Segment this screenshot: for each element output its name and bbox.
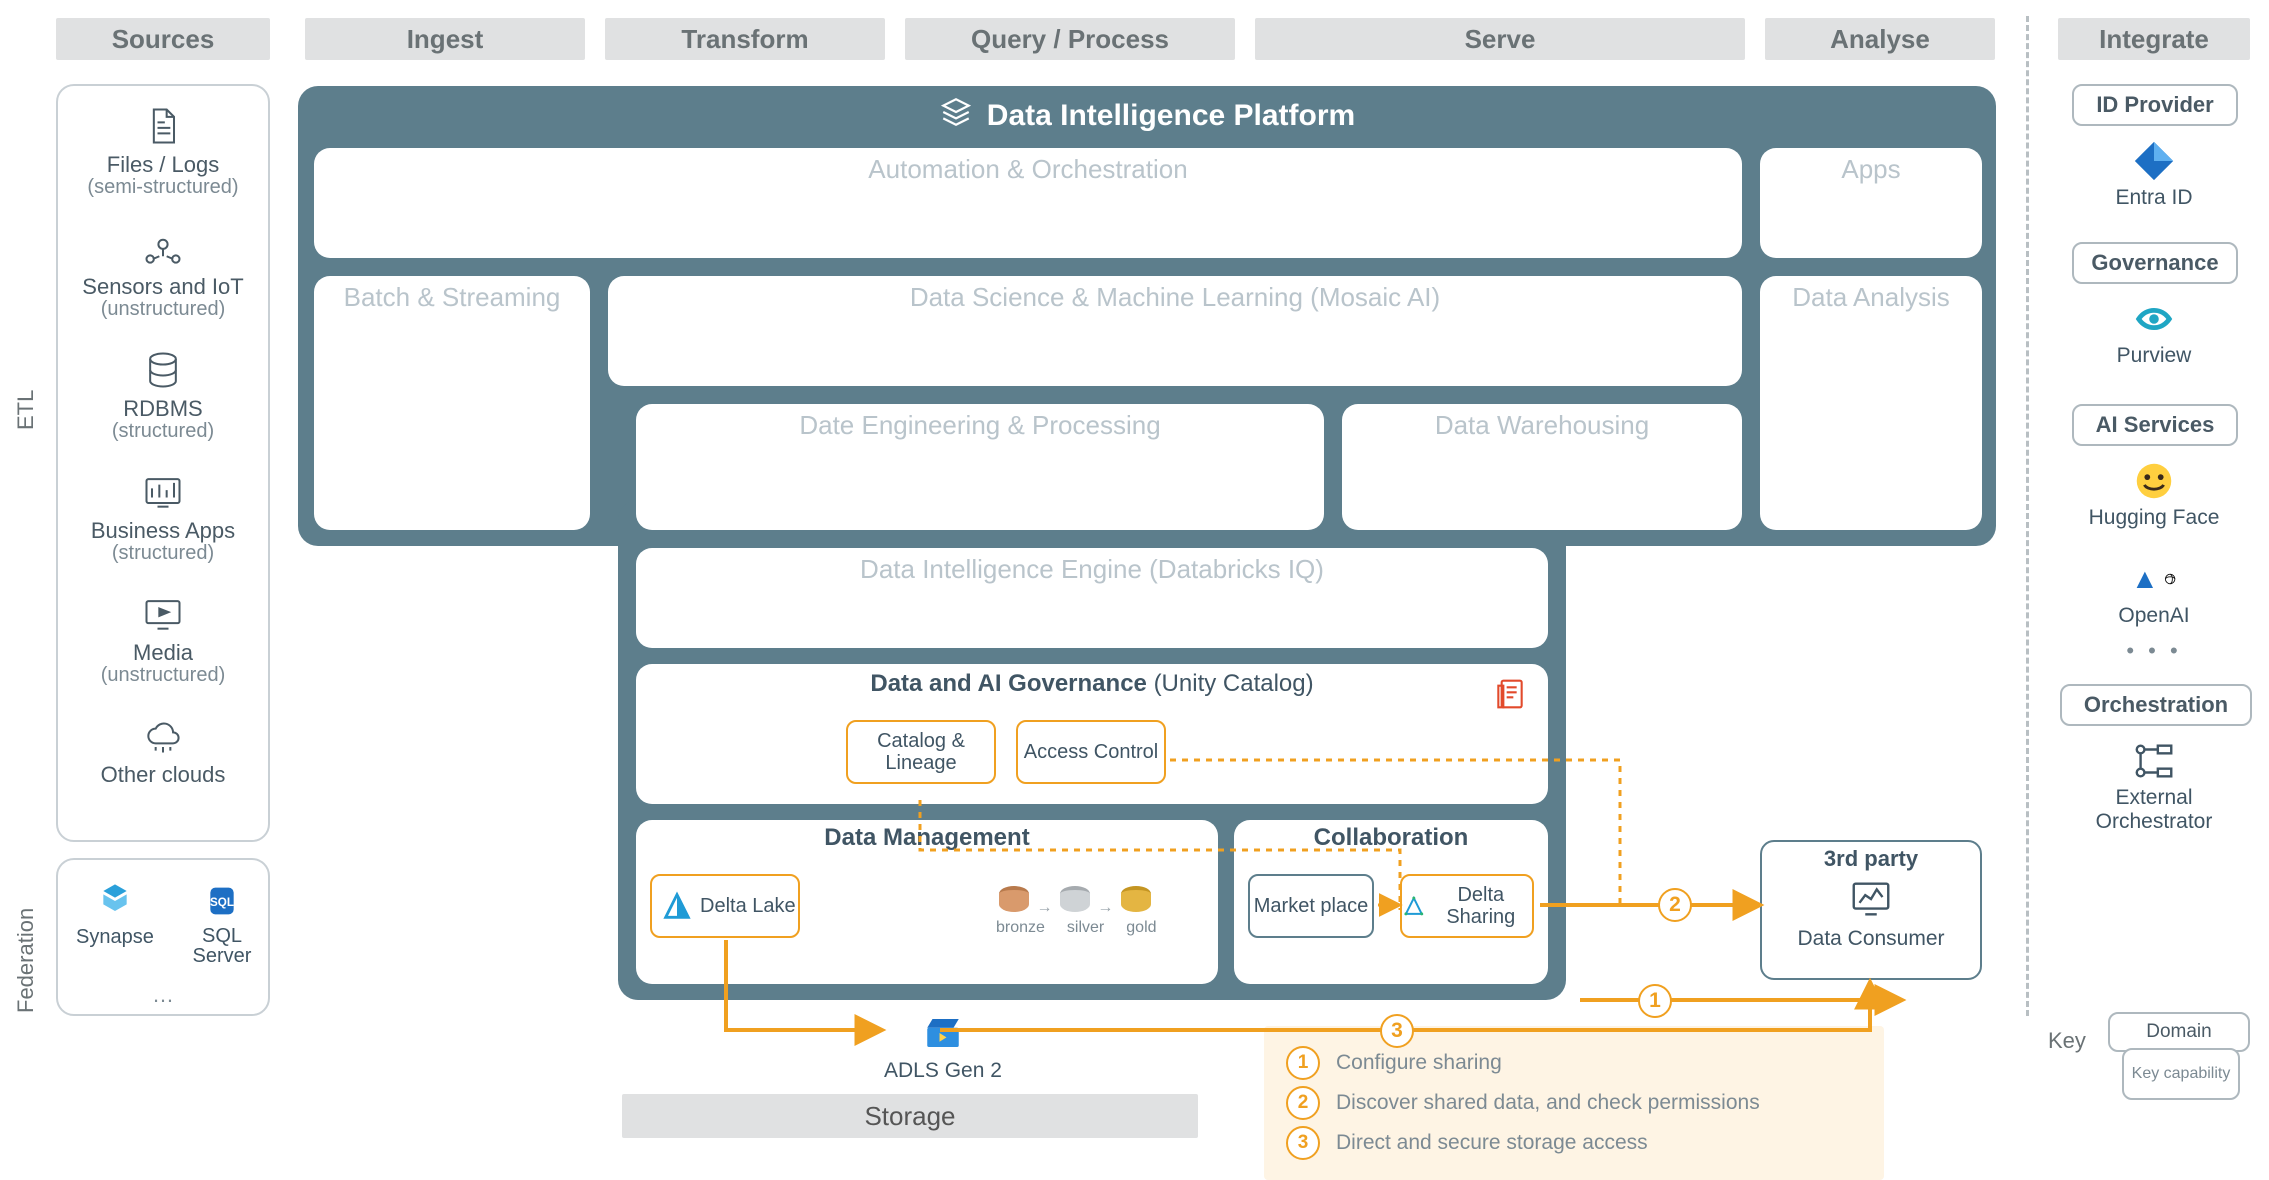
gold-cyl-icon — [1121, 886, 1151, 912]
silver-cyl-icon — [1060, 886, 1090, 912]
source-bizapps: Business Apps (structured) — [58, 470, 268, 565]
box-delta-lake: Delta Lake — [650, 874, 800, 938]
openai-icon: ▲ — [2131, 556, 2177, 602]
int-entra: Entra ID — [2058, 138, 2250, 210]
entra-icon — [2131, 138, 2177, 184]
federation-more: … — [58, 982, 268, 1008]
int-ext-orch: External Orchestrator — [2058, 738, 2250, 834]
box-delta-sharing: Delta Sharing — [1400, 874, 1534, 938]
adls-icon — [884, 1012, 1002, 1059]
box-access-control: Access Control — [1016, 720, 1166, 784]
int-purview: Purview — [2058, 296, 2250, 368]
pill-id-provider: ID Provider — [2072, 84, 2238, 126]
header-transform: Transform — [605, 18, 885, 60]
card-collaboration: Collaboration Market place Delta Sharing — [1234, 820, 1548, 984]
card-batch-streaming: Batch & Streaming — [314, 276, 590, 530]
step-1-badge: 1 — [1286, 1046, 1320, 1080]
header-sources: Sources — [56, 18, 270, 60]
card-dsml: Data Science & Machine Learning (Mosaic … — [608, 276, 1742, 386]
step-1-text: Configure sharing — [1336, 1051, 1502, 1075]
media-icon — [141, 592, 185, 636]
source-clouds: Other clouds — [58, 714, 268, 788]
step-3-badge: 3 — [1286, 1126, 1320, 1160]
integrate-divider — [2026, 16, 2029, 1016]
header-query: Query / Process — [905, 18, 1235, 60]
line-badge-3: 3 — [1380, 1014, 1414, 1048]
storage-label: Storage — [622, 1094, 1198, 1138]
platform-title: Data Intelligence Platform — [298, 96, 1996, 136]
huggingface-icon — [2131, 458, 2177, 504]
card-apps: Apps — [1760, 148, 1982, 258]
card-engine: Data Intelligence Engine (Databricks IQ) — [636, 548, 1548, 648]
federation-panel: Synapse SQL SQL Server … — [56, 858, 270, 1016]
line-badge-2: 2 — [1658, 888, 1692, 922]
vlabel-federation: Federation — [10, 870, 42, 1050]
business-apps-icon — [141, 470, 185, 514]
delta-lake-icon — [660, 889, 694, 923]
bronze-cyl-icon — [999, 886, 1029, 912]
data-consumer-icon — [1762, 876, 1980, 927]
card-governance: Data and AI Governance (Unity Catalog) C… — [636, 664, 1548, 804]
stack-icon — [939, 95, 973, 137]
federation-sqlserver: SQL SQL Server — [176, 878, 268, 966]
svg-text:SQL: SQL — [210, 896, 234, 909]
key-domain: Domain — [2108, 1012, 2250, 1052]
int-more: • • • — [2058, 638, 2250, 664]
step-3-text: Direct and secure storage access — [1336, 1131, 1648, 1155]
source-media: Media (unstructured) — [58, 592, 268, 687]
box-catalog-lineage: Catalog & Lineage — [846, 720, 996, 784]
card-data-analysis: Data Analysis — [1760, 276, 1982, 530]
card-automation: Automation & Orchestration — [314, 148, 1742, 258]
gov-title-a: Data and AI Governance — [870, 670, 1147, 697]
line-badge-1: 1 — [1638, 984, 1672, 1018]
header-integrate: Integrate — [2058, 18, 2250, 60]
header-ingest: Ingest — [305, 18, 585, 60]
header-serve: Serve — [1255, 18, 1745, 60]
purview-icon — [2131, 296, 2177, 342]
database-icon — [141, 348, 185, 392]
int-openai: ▲ OpenAI — [2058, 556, 2250, 628]
pill-governance: Governance — [2072, 242, 2238, 284]
card-warehousing: Data Warehousing — [1342, 404, 1742, 530]
card-data-management: Data Management Delta Lake → → bronze si… — [636, 820, 1218, 984]
federation-synapse: Synapse — [76, 878, 154, 949]
file-icon — [141, 104, 185, 148]
medallion: → → bronze silver gold — [996, 886, 1157, 937]
source-iot: Sensors and IoT (unstructured) — [58, 226, 268, 321]
iot-icon — [141, 226, 185, 270]
governance-doc-icon — [1490, 674, 1530, 719]
sqlserver-icon: SQL — [199, 878, 245, 924]
source-files: Files / Logs (semi-structured) — [58, 104, 268, 199]
third-party-panel: 3rd party Data Consumer — [1760, 840, 1982, 980]
ext-orch-icon — [2131, 738, 2177, 784]
key-capability: Key capability — [2122, 1048, 2240, 1100]
source-rdbms: RDBMS (structured) — [58, 348, 268, 443]
step-2-badge: 2 — [1286, 1086, 1320, 1120]
cloud-icon — [141, 714, 185, 758]
key-label: Key — [2048, 1028, 2086, 1054]
delta-sharing-icon — [1402, 892, 1426, 920]
step-2-text: Discover shared data, and check permissi… — [1336, 1091, 1760, 1115]
card-de-processing: Date Engineering & Processing — [636, 404, 1324, 530]
pill-ai-services: AI Services — [2072, 404, 2238, 446]
box-marketplace: Market place — [1248, 874, 1374, 938]
adls-block: ADLS Gen 2 — [884, 1012, 1002, 1083]
int-hugging: Hugging Face — [2058, 458, 2250, 530]
gov-title-b: (Unity Catalog) — [1154, 670, 1314, 697]
pill-orchestration: Orchestration — [2060, 684, 2252, 726]
steps-legend: 1 Configure sharing 2 Discover shared data… — [1264, 1026, 1884, 1180]
sources-panel: Files / Logs (semi-structured) Sensors a… — [56, 84, 270, 842]
synapse-icon — [92, 878, 138, 924]
vlabel-etl: ETL — [10, 250, 42, 570]
header-analyse: Analyse — [1765, 18, 1995, 60]
